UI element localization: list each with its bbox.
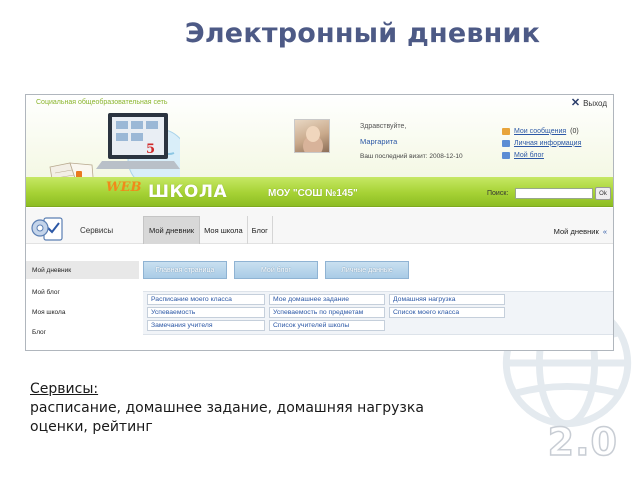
main-tabs: Мой дневник Моя школа Блог	[143, 216, 273, 244]
services-bar: Сервисы Мой дневник Моя школа Блог Мой д…	[26, 208, 613, 244]
card-icon	[502, 139, 510, 147]
school-name: МОУ "СОШ №145"	[268, 188, 358, 199]
blog-icon	[502, 151, 510, 159]
user-link-messages[interactable]: Мои сообщения (0)	[502, 125, 581, 137]
breadcrumb-label: Мой дневник	[553, 227, 599, 236]
subtab-personal-data[interactable]: Личные данные	[325, 261, 409, 279]
chevron-left-icon[interactable]: «	[603, 227, 607, 236]
user-link-label[interactable]: Мой блог	[514, 152, 544, 159]
svg-text:5: 5	[146, 142, 155, 157]
link-teacher-notes[interactable]: Замечания учителя	[147, 320, 265, 331]
link-homework-load[interactable]: Домашняя нагрузка	[389, 294, 505, 305]
user-link-blog[interactable]: Мой блог	[502, 149, 581, 161]
slide-title: Электронный дневник	[184, 18, 541, 49]
link-my-homework[interactable]: Мое домашнее задание	[269, 294, 385, 305]
sidebar-item-my-diary[interactable]: Мой дневник	[26, 261, 139, 279]
sidebar-item-my-school[interactable]: Моя школа	[32, 309, 65, 316]
user-link-label[interactable]: Мои сообщения	[514, 128, 566, 135]
caption-line: оценки, рейтинг	[30, 419, 153, 435]
sidebar: Мой дневник Мой блог Моя школа Блог	[26, 245, 141, 350]
username-link[interactable]: Маргарита	[360, 137, 397, 146]
web-logo: WEB	[106, 180, 142, 195]
brand-bar: WEB ШКОЛА МОУ "СОШ №145" Поиск: Ok	[26, 177, 613, 207]
search-button[interactable]: Ok	[595, 187, 611, 200]
tab-my-school[interactable]: Моя школа	[200, 216, 248, 244]
message-count: (0)	[570, 127, 579, 135]
tab-my-diary[interactable]: Мой дневник	[143, 216, 201, 244]
tab-blog[interactable]: Блог	[248, 216, 273, 244]
portal-header: Социальная общеобразовательная сеть ✕ Вы…	[26, 95, 613, 207]
link-class-schedule[interactable]: Расписание моего класса	[147, 294, 265, 305]
last-visit: Ваш последний визит: 2008-12-10	[360, 153, 463, 160]
logout-label: Выход	[583, 98, 607, 108]
search-input[interactable]	[515, 188, 593, 199]
link-teachers-list[interactable]: Список учителей школы	[269, 320, 385, 331]
subtab-my-blog[interactable]: Мой блог	[234, 261, 318, 279]
network-label: Социальная общеобразовательная сеть	[36, 99, 168, 106]
caption-heading: Сервисы:	[30, 381, 99, 397]
link-class-list[interactable]: Список моего класса	[389, 307, 505, 318]
breadcrumb[interactable]: Мой дневник «	[554, 227, 607, 236]
avatar	[294, 119, 330, 153]
logout-button[interactable]: ✕ Выход	[570, 97, 607, 109]
caption-line: расписание, домашнее задание, домашняя н…	[30, 400, 424, 416]
envelope-icon	[502, 127, 510, 135]
greeting: Здравствуйте,	[360, 123, 407, 130]
subtab-home[interactable]: Главная страница	[143, 261, 227, 279]
sidebar-item-blog[interactable]: Блог	[32, 329, 46, 336]
slide-caption: Сервисы: расписание, домашнее задание, д…	[30, 380, 424, 437]
services-label: Сервисы	[80, 226, 114, 235]
sub-tabs: Главная страница Мой блог Личные данные	[143, 261, 409, 279]
service-links-grid: Расписание моего класса Мое домашнее зад…	[143, 291, 613, 335]
user-links: Мои сообщения (0) Личная информация Мой …	[502, 125, 581, 161]
user-link-profile[interactable]: Личная информация	[502, 137, 581, 149]
portal-screenshot: Социальная общеобразовательная сеть ✕ Вы…	[25, 94, 614, 351]
user-link-label[interactable]: Личная информация	[514, 140, 581, 147]
school-logo: ШКОЛА	[148, 182, 228, 202]
sidebar-item-my-blog[interactable]: Мой блог	[32, 289, 60, 296]
link-grades[interactable]: Успеваемость	[147, 307, 265, 318]
services-icon	[31, 217, 63, 241]
close-icon: ✕	[570, 97, 581, 109]
search-label: Поиск:	[487, 190, 509, 197]
link-grades-by-subject[interactable]: Успеваемость по предметам	[269, 307, 385, 318]
version-label: 2.0	[547, 419, 618, 465]
